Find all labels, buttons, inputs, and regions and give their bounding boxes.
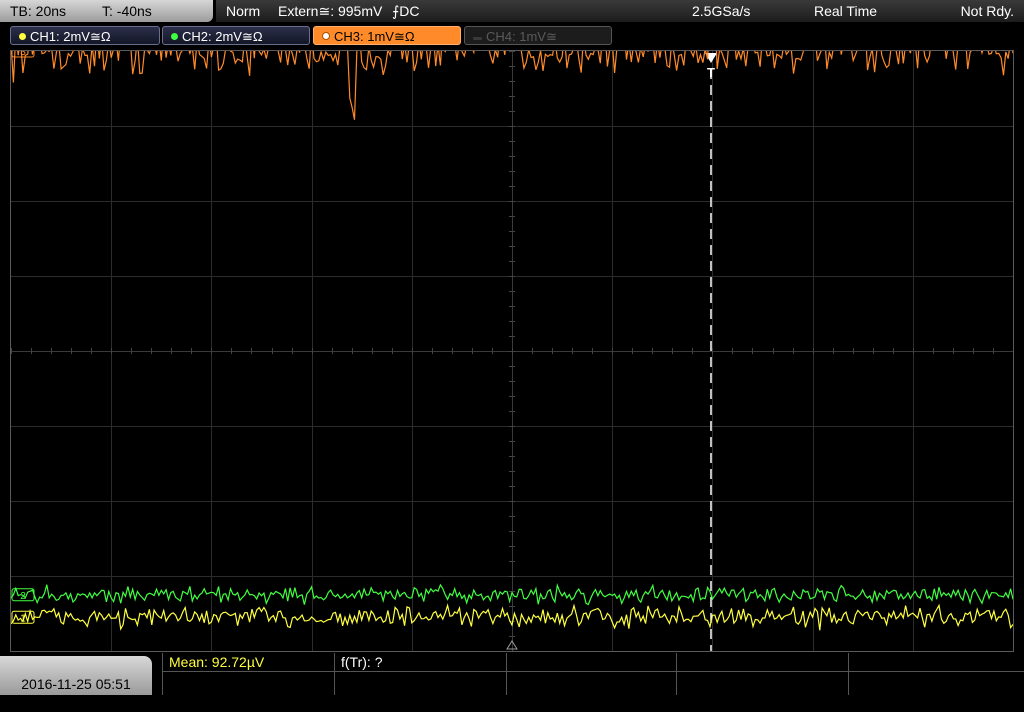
measurement-panel[interactable]: Mean: 92.72µV f(Tr): ? — [162, 653, 1024, 695]
acquisition-status-panel[interactable]: Norm Extern≅: 995mV ⨍DC 2.5GSa/s Real Ti… — [216, 0, 1024, 22]
trigger-marker-label: T — [707, 65, 715, 80]
timebase-panel[interactable]: TB: 20ns T: -40ns — [0, 0, 213, 22]
measurement-cell-mean[interactable]: Mean: 92.72µV — [162, 653, 334, 695]
trigger-source: Extern≅: 995mV — [278, 3, 383, 19]
tab-ch3-label: CH3: 1mV≅Ω — [334, 29, 415, 44]
ch2-color-dot — [171, 33, 178, 40]
ch2-level-marker-label: 2 — [20, 591, 26, 602]
mean-value: Mean: 92.72µV — [169, 654, 265, 670]
tab-ch2-label: CH2: 2mV≅Ω — [182, 29, 263, 44]
waveform-grid: T 3 2 1 — [11, 51, 1013, 651]
top-status-bar: TB: 20ns T: -40ns Norm Extern≅: 995mV ⨍D… — [0, 0, 1024, 24]
tab-ch2[interactable]: CH2: 2mV≅Ω — [162, 26, 310, 45]
run-status: Not Rdy. — [960, 3, 1014, 19]
measurement-cell-empty-3[interactable] — [848, 653, 1024, 695]
trigger-mode: Norm — [226, 3, 261, 19]
ch4-color-dot — [473, 37, 482, 40]
ch1-color-dot — [19, 33, 26, 40]
tab-ch4[interactable]: CH4: 1mV≅ — [464, 26, 612, 45]
tab-ch1-label: CH1: 2mV≅Ω — [30, 29, 111, 44]
measurement-cell-empty-2[interactable] — [676, 653, 848, 695]
frequency-value: f(Tr): ? — [341, 654, 383, 670]
tab-ch4-label: CH4: 1mV≅ — [486, 29, 557, 44]
tab-ch1[interactable]: CH1: 2mV≅Ω — [10, 26, 160, 45]
trigger-time-value: T: -40ns — [102, 3, 152, 19]
trigger-slope: ⨍DC — [392, 3, 420, 19]
ch1-level-marker-label: 1 — [20, 613, 26, 624]
acquisition-mode: Real Time — [814, 3, 878, 19]
sample-rate: 2.5GSa/s — [692, 3, 751, 19]
measurement-cell-empty-1[interactable] — [506, 653, 676, 695]
channel-tabs: CH1: 2mV≅Ω CH2: 2mV≅Ω CH3: 1mV≅Ω CH4: 1m… — [0, 26, 1024, 48]
measurement-cell-frequency[interactable]: f(Tr): ? — [334, 653, 506, 695]
waveform-display[interactable]: T 3 2 1 — [10, 50, 1014, 652]
ch3-level-marker-label: 3 — [20, 51, 26, 58]
tab-ch3[interactable]: CH3: 1mV≅Ω — [313, 26, 461, 45]
ch3-color-dot — [322, 32, 330, 40]
date-time-value: 2016-11-25 05:51 — [21, 676, 131, 692]
timebase-value: TB: 20ns — [10, 3, 67, 19]
date-time-panel: 2016-11-25 05:51 — [0, 656, 152, 695]
